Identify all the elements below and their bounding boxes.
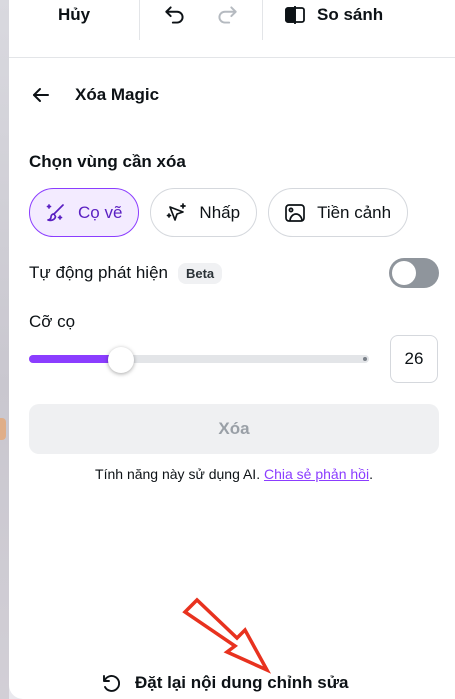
brush-size-slider[interactable] <box>29 347 369 373</box>
beta-badge: Beta <box>177 262 223 284</box>
panel-title: Xóa Magic <box>75 85 160 104</box>
compare-label: So sánh <box>317 5 384 24</box>
undo-icon <box>165 6 184 24</box>
brush-size-input[interactable]: 26 <box>390 335 438 383</box>
mode-selector: Cọ vẽ Nhấp Tiền cảnh <box>29 188 409 237</box>
back-arrow-icon[interactable] <box>29 83 53 107</box>
compare-icon <box>285 6 305 24</box>
panel-header: Xóa Magic <box>29 80 159 110</box>
cancel-button[interactable]: Hủy <box>9 0 139 30</box>
auto-detect-row: Tự động phát hiện Beta <box>29 258 439 288</box>
canvas-edge <box>0 0 9 699</box>
undo-button[interactable] <box>160 0 190 30</box>
brush-size-label: Cỡ cọ <box>29 312 76 331</box>
toolbar-divider <box>262 0 263 40</box>
reset-edits-button[interactable]: Đặt lại nội dung chỉnh sửa <box>99 668 349 698</box>
mode-click-label: Nhấp <box>199 202 241 222</box>
compare-button[interactable]: So sánh <box>283 0 383 30</box>
reset-icon <box>103 674 121 692</box>
toggle-knob <box>392 261 416 285</box>
toolbar-divider <box>139 0 140 40</box>
reset-label: Đặt lại nội dung chỉnh sửa <box>135 673 349 692</box>
mode-click-button[interactable]: Nhấp <box>150 188 258 237</box>
slider-end-marker <box>363 357 367 361</box>
top-toolbar: Hủy So sánh <box>9 0 455 58</box>
auto-detect-label: Tự động phát hiện <box>29 263 168 282</box>
click-sparkle-icon <box>167 202 187 221</box>
ai-note-suffix: . <box>369 466 373 482</box>
slider-handle[interactable] <box>108 347 134 373</box>
redo-icon <box>218 6 237 24</box>
select-area-label: Chọn vùng cần xóa <box>29 152 186 171</box>
mode-brush-label: Cọ vẽ <box>78 202 123 222</box>
mode-brush-button[interactable]: Cọ vẽ <box>29 188 140 237</box>
mode-foreground-label: Tiền cảnh <box>317 202 392 222</box>
foreground-image-icon <box>285 203 305 222</box>
redo-button[interactable] <box>212 0 242 30</box>
ai-note-text: Tính năng này sử dụng AI. <box>95 466 261 482</box>
ai-disclaimer: Tính năng này sử dụng AI. Chia sẻ phản h… <box>29 466 439 482</box>
annotation-arrow-icon <box>182 597 272 674</box>
magic-eraser-panel: Hủy So sánh Xóa Magic Chọn vùng cần xóa … <box>9 0 455 699</box>
auto-detect-toggle[interactable] <box>389 258 439 288</box>
feedback-link[interactable]: Chia sẻ phản hồi <box>264 466 369 482</box>
brush-icon <box>46 203 64 221</box>
mode-foreground-button[interactable]: Tiền cảnh <box>268 188 409 237</box>
erase-button[interactable]: Xóa <box>29 404 439 454</box>
canvas-edge-marker <box>0 418 6 440</box>
